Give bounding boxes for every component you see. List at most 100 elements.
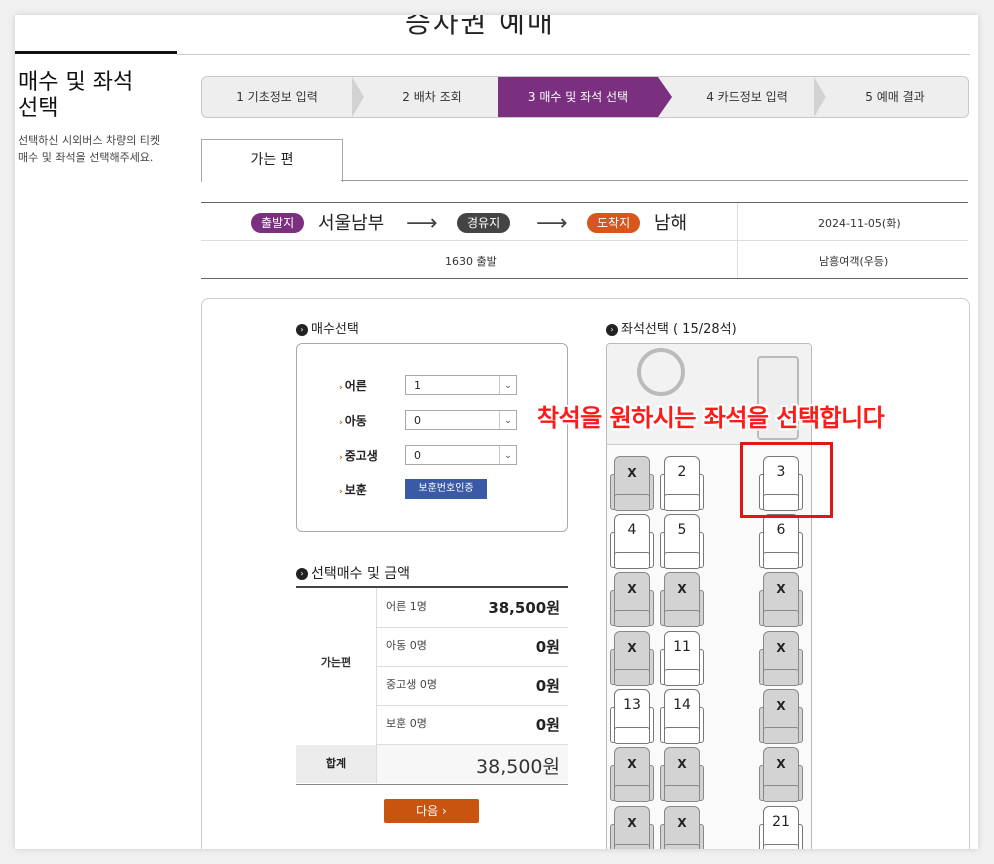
step-2: 2 배차 조회	[402, 90, 462, 104]
bus-company: 남흥여객(우등)	[819, 255, 889, 268]
next-button[interactable]: 다음 ›	[384, 799, 479, 823]
seat-19: X	[610, 806, 654, 849]
bullet-icon: ›	[606, 323, 618, 336]
seat-14[interactable]: 14	[660, 689, 704, 745]
price-row: 보훈 0명 0원	[376, 705, 568, 745]
seat-20: X	[660, 806, 704, 849]
step-1: 1 기초정보 입력	[236, 90, 318, 104]
tab-outbound[interactable]: 가는 편	[201, 139, 343, 182]
seat-section-title: › 좌석선택 ( 15/28석)	[606, 318, 737, 337]
step-arrow-4	[814, 77, 826, 117]
veteran-verify-button[interactable]: 보훈번호인증	[405, 479, 487, 499]
seat-number: 14	[673, 697, 691, 713]
depart-badge: 출발지	[251, 213, 305, 233]
seat-number: 11	[673, 639, 691, 655]
via-badge: 경유지	[457, 213, 511, 233]
price-row: 어른 1명 38,500원	[376, 588, 568, 628]
seat-number: X	[776, 757, 786, 771]
seat-6[interactable]: 6	[759, 514, 803, 570]
seat-number: 5	[677, 522, 687, 538]
seat-1: X	[610, 456, 654, 512]
title-divider	[177, 54, 970, 55]
adult-select[interactable]: 1 ⌄	[405, 375, 517, 395]
veteran-label: › 보훈	[339, 483, 367, 497]
arrive-city: 남해	[654, 213, 688, 234]
seat-number: X	[677, 582, 687, 596]
seat-21[interactable]: 21	[759, 806, 803, 849]
seat-number: 6	[776, 522, 786, 538]
seat-7: X	[610, 572, 654, 628]
ticket-count-box: › 어른 1 ⌄ › 아동 0 ⌄ › 중고생 0 ⌄ › 보훈 보훈번호인증	[296, 343, 568, 532]
step-arrow-active	[658, 77, 672, 117]
price-group-label: 가는편	[296, 588, 377, 744]
total-value: 38,500원	[377, 745, 568, 783]
seat-8: X	[660, 572, 704, 628]
count-title-text: 매수선택	[311, 322, 359, 337]
sidebar-rule	[15, 51, 177, 54]
seat-number: X	[627, 582, 637, 596]
student-label: › 중고생	[339, 449, 378, 463]
seat-15: X	[759, 689, 803, 745]
depart-city: 서울남부	[318, 213, 385, 234]
route-info: 출발지 서울남부 ⟶ 경유지 ⟶ 도착지 남해 2024-11-05(화) 16…	[201, 202, 968, 279]
seat-10: X	[610, 631, 654, 687]
seat-18: X	[759, 747, 803, 803]
child-select[interactable]: 0 ⌄	[405, 410, 517, 430]
bullet-icon: ›	[296, 323, 308, 336]
seat-12: X	[759, 631, 803, 687]
price-row: 아동 0명 0원	[376, 627, 568, 667]
chevron-down-icon: ⌄	[499, 376, 516, 394]
route-divider	[201, 240, 968, 241]
step-4: 4 카드정보 입력	[706, 90, 788, 104]
seat-number: X	[776, 582, 786, 596]
chevron-down-icon: ⌄	[499, 446, 516, 464]
seat-annotation: 착석을 원하시는 좌석을 선택합니다	[537, 404, 885, 432]
arrow-icon: ⟶	[406, 211, 438, 236]
seat-number: X	[627, 466, 637, 480]
seat-number: 2	[677, 464, 687, 480]
seat-13[interactable]: 13	[610, 689, 654, 745]
price-title-text: 선택매수 및 금액	[311, 566, 411, 582]
seat-number: X	[677, 816, 687, 830]
seat-number: X	[627, 816, 637, 830]
page: 승차권 예매 매수 및 좌석 선택 선택하신 시외버스 차량의 티켓 매수 및 …	[15, 15, 978, 849]
seat-number: X	[776, 641, 786, 655]
seat-number: 4	[627, 522, 637, 538]
seat-9: X	[759, 572, 803, 628]
seat-number: 21	[772, 814, 790, 830]
chevron-down-icon: ⌄	[499, 411, 516, 429]
child-label: › 아동	[339, 414, 367, 428]
seat-11[interactable]: 11	[660, 631, 704, 687]
seat-16: X	[610, 747, 654, 803]
seat-number: X	[776, 699, 786, 713]
seat-4[interactable]: 4	[610, 514, 654, 570]
step-progress: 1 기초정보 입력 2 배차 조회 3 매수 및 좌석 선택 4 카드정보 입력…	[201, 76, 969, 118]
seat-17: X	[660, 747, 704, 803]
step-5: 5 예매 결과	[865, 90, 925, 104]
tab-underline	[341, 180, 968, 181]
price-row: 중고생 0명 0원	[376, 666, 568, 706]
sidebar-title: 매수 및 좌석 선택	[18, 70, 134, 121]
sidebar-description: 선택하신 시외버스 차량의 티켓 매수 및 좌석을 선택해주세요.	[18, 134, 161, 164]
seat-5[interactable]: 5	[660, 514, 704, 570]
price-table: 가는편 어른 1명 38,500원 아동 0명 0원 중고생 0명 0원 보훈 0명 0…	[296, 586, 568, 785]
highlight-box	[740, 442, 833, 518]
seat-number: 13	[623, 697, 641, 713]
travel-date: 2024-11-05(화)	[818, 217, 901, 230]
total-label: 합계	[296, 745, 377, 783]
page-title: 승차권 예매	[405, 15, 555, 39]
departure-time: 1630 출발	[445, 255, 497, 268]
arrive-badge: 도착지	[587, 213, 641, 233]
price-section-title: › 선택매수 및 금액	[296, 563, 410, 583]
seat-2[interactable]: 2	[660, 456, 704, 512]
seat-number: X	[627, 641, 637, 655]
price-total: 합계 38,500원	[296, 745, 568, 783]
arrow-icon: ⟶	[536, 211, 568, 236]
seat-number: X	[627, 757, 637, 771]
count-section-title: › 매수선택	[296, 318, 359, 337]
seat-number: X	[677, 757, 687, 771]
student-select[interactable]: 0 ⌄	[405, 445, 517, 465]
route-vdivider	[737, 203, 738, 278]
seat-title-text: 좌석선택 ( 15/28석)	[621, 322, 737, 337]
bullet-icon: ›	[296, 568, 308, 580]
